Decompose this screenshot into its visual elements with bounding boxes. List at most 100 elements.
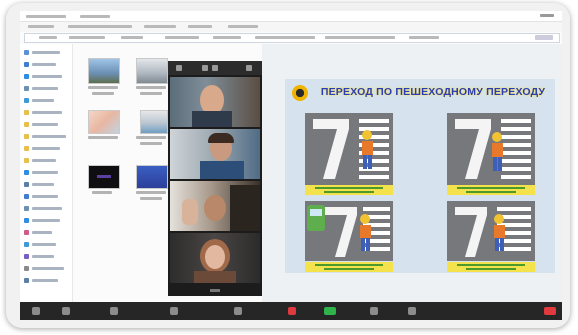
road-sign-icon	[292, 85, 308, 101]
sidebar-item[interactable]	[24, 158, 68, 163]
participant-video[interactable]	[170, 77, 260, 127]
sidebar-label-blur	[32, 135, 66, 138]
sidebar-item[interactable]	[24, 182, 68, 187]
sidebar-item[interactable]	[24, 194, 68, 199]
sidebar-item[interactable]	[24, 146, 68, 151]
path-segment[interactable]	[409, 36, 439, 39]
participant-video[interactable]	[170, 181, 260, 231]
illustration-panel	[447, 113, 535, 185]
image-file-icon[interactable]	[136, 58, 168, 84]
sidebar-item[interactable]	[24, 50, 68, 55]
image-file-icon[interactable]	[88, 110, 120, 134]
pedestrian-crossing-illustration	[447, 201, 535, 261]
sidebar-item[interactable]	[24, 74, 68, 79]
sidebar-label-blur	[32, 231, 52, 234]
speaker-view-icon[interactable]	[212, 65, 218, 71]
documents-icon	[24, 206, 29, 211]
desktop-icon	[24, 194, 29, 199]
network-icon	[24, 278, 29, 283]
sidebar-item[interactable]	[24, 254, 68, 259]
illustration-panel	[447, 201, 535, 261]
window-controls[interactable]	[540, 14, 554, 17]
folder-icon	[24, 110, 29, 115]
minimize-icon[interactable]	[246, 65, 252, 71]
videos-icon	[24, 254, 29, 259]
ribbon-tab[interactable]	[144, 25, 176, 28]
sidebar-label-blur	[32, 75, 62, 78]
sidebar-label-blur	[32, 279, 58, 282]
sidebar-item[interactable]	[24, 266, 68, 271]
file-name-blur	[140, 197, 162, 200]
file-name-blur	[140, 92, 162, 95]
sidebar-item[interactable]	[24, 218, 68, 223]
illustration-panel	[305, 113, 393, 185]
path-segment[interactable]	[255, 36, 315, 39]
path-segment[interactable]	[39, 36, 57, 39]
search-box[interactable]	[535, 35, 553, 40]
sidebar-item[interactable]	[24, 206, 68, 211]
video-icon[interactable]	[62, 307, 70, 315]
path-segment[interactable]	[121, 36, 143, 39]
stop-share-icon[interactable]	[288, 307, 296, 315]
reactions-icon[interactable]	[408, 307, 416, 315]
caption-text-blur	[466, 268, 516, 270]
chat-icon[interactable]	[234, 307, 242, 315]
record-icon[interactable]	[370, 307, 378, 315]
share-screen-icon[interactable]	[324, 307, 336, 315]
quick-access-icon	[24, 50, 29, 55]
path-segment[interactable]	[165, 36, 199, 39]
caption-text-blur	[324, 191, 374, 193]
participant-video[interactable]	[170, 233, 260, 283]
sidebar-label-blur	[32, 195, 58, 198]
sidebar-item[interactable]	[24, 134, 68, 139]
participants-icon[interactable]	[170, 307, 178, 315]
gallery-view-icon[interactable]	[202, 65, 208, 71]
address-bar[interactable]	[24, 33, 560, 43]
title-text-blur	[80, 15, 110, 18]
presentation-file-icon[interactable]	[136, 165, 168, 189]
pedestrian-crossing-illustration	[447, 113, 535, 185]
sidebar-item[interactable]	[24, 110, 68, 115]
caption-text-blur	[466, 191, 516, 193]
desktop-screen: ПЕРЕХОД ПО ПЕШЕХОДНОМУ ПЕРЕХОДУ	[20, 11, 562, 320]
caption-text-blur	[457, 187, 525, 189]
path-segment[interactable]	[69, 36, 105, 39]
ribbon-tab[interactable]	[68, 25, 132, 28]
folder-icon	[24, 134, 29, 139]
sidebar-label-blur	[32, 171, 58, 174]
participant-video[interactable]	[170, 129, 260, 179]
view-toggle-icon[interactable]	[176, 65, 182, 71]
sidebar-item[interactable]	[24, 86, 68, 91]
explorer-title-bar	[20, 11, 562, 22]
sidebar-item[interactable]	[24, 242, 68, 247]
path-segment[interactable]	[213, 36, 241, 39]
explorer-ribbon	[20, 22, 562, 32]
participant-hair	[208, 133, 234, 143]
mute-icon[interactable]	[32, 307, 40, 315]
ribbon-tab[interactable]	[228, 25, 258, 28]
downloads-icon	[24, 74, 29, 79]
sidebar-label-blur	[32, 99, 54, 102]
image-file-icon[interactable]	[140, 110, 168, 134]
image-file-icon[interactable]	[88, 58, 120, 84]
ribbon-tab[interactable]	[188, 25, 212, 28]
gallery-resize-handle[interactable]	[210, 289, 220, 292]
sidebar-item[interactable]	[24, 170, 68, 175]
participant-hand	[182, 199, 198, 225]
sidebar-label-blur	[32, 243, 56, 246]
sidebar-item[interactable]	[24, 230, 68, 235]
sidebar-item[interactable]	[24, 98, 68, 103]
downloads-icon	[24, 218, 29, 223]
participant-face	[205, 245, 225, 269]
video-file-icon[interactable]	[88, 165, 120, 189]
ribbon-tab[interactable]	[28, 25, 54, 28]
security-icon[interactable]	[110, 307, 118, 315]
caption-text-blur	[324, 268, 374, 270]
sidebar-item[interactable]	[24, 62, 68, 67]
sidebar-label-blur	[32, 51, 60, 54]
sidebar-item[interactable]	[24, 122, 68, 127]
path-segment[interactable]	[325, 36, 395, 39]
panel-caption	[305, 185, 393, 195]
sidebar-item[interactable]	[24, 278, 68, 283]
end-meeting-icon[interactable]	[544, 307, 556, 315]
